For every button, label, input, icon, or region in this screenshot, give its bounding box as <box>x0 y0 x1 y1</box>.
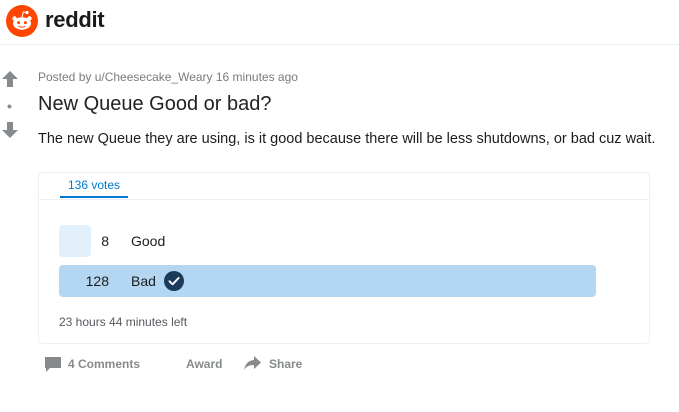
poll-option-count: 128 <box>85 273 109 289</box>
header-bar: reddit <box>0 0 679 45</box>
reddit-logo-icon[interactable] <box>6 5 38 37</box>
share-label: Share <box>269 357 303 371</box>
comment-icon <box>45 357 61 372</box>
poll-option-label: Good <box>131 233 166 249</box>
poll-option-good: 8 Good <box>59 225 596 257</box>
poll-option-bad: 128 Bad <box>59 265 596 297</box>
poll-tab-bar: 136 votes <box>39 173 649 200</box>
comments-label: 4 Comments <box>68 357 141 371</box>
tab-votes[interactable]: 136 votes <box>60 173 128 198</box>
poll-option-label: Bad <box>131 273 156 289</box>
poll-box: 136 votes 8 Good 128 Bad 23 hours 44 min… <box>38 172 650 344</box>
vote-score: • <box>7 98 12 114</box>
downvote-arrow-icon[interactable] <box>1 121 19 139</box>
post-title[interactable]: New Queue Good or bad? <box>38 93 272 116</box>
poll-time-left: 23 hours 44 minutes left <box>59 315 188 329</box>
brand-name[interactable]: reddit <box>45 7 105 33</box>
post-body: The new Queue they are using, is it good… <box>38 131 656 147</box>
upvote-arrow-icon[interactable] <box>1 70 19 88</box>
post-actions: 4 Comments Award Share <box>38 352 338 376</box>
post-meta: Posted by u/Cheesecake_Weary 16 minutes … <box>38 70 298 84</box>
share-arrow-icon <box>244 356 261 370</box>
award-button[interactable]: Award <box>186 352 222 376</box>
poll-option-count: 8 <box>101 233 109 249</box>
check-circle-icon <box>164 271 184 291</box>
